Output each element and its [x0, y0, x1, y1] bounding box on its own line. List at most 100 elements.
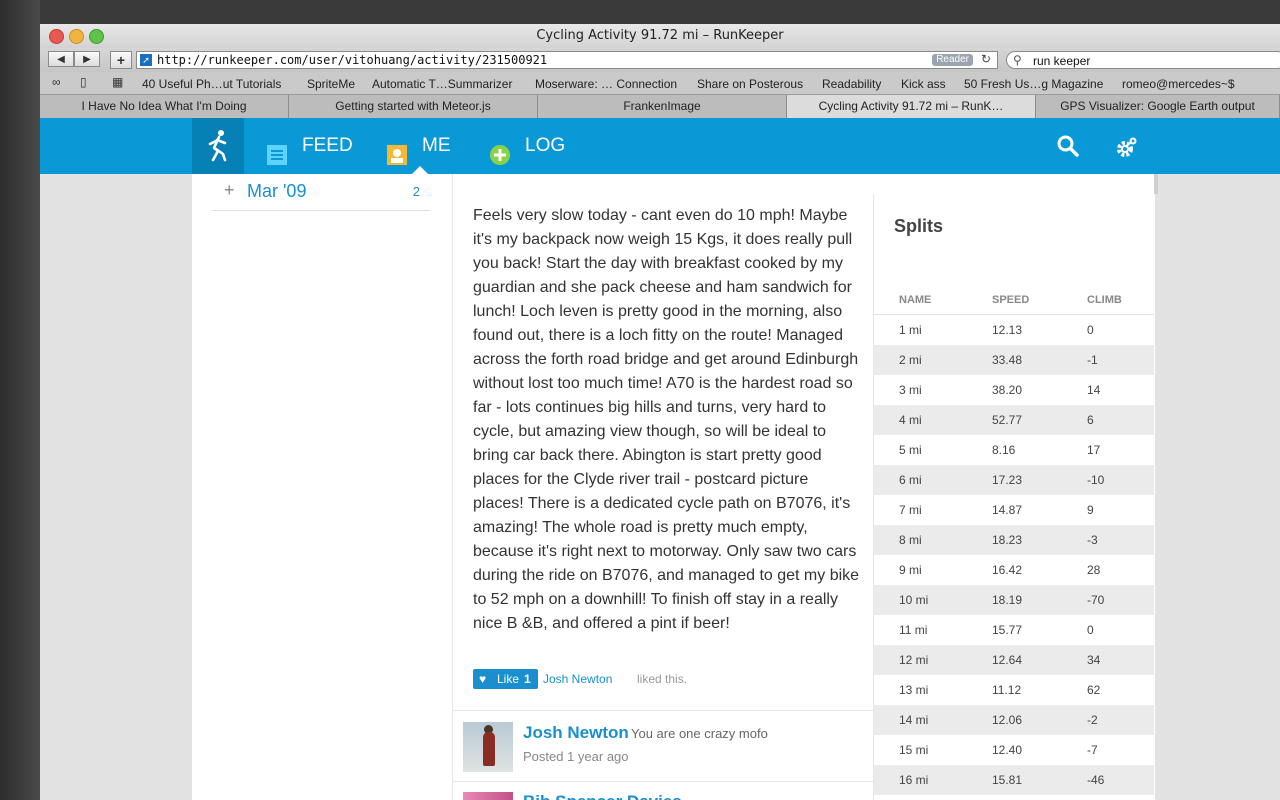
top-sites-grid-icon[interactable]: ▦	[112, 75, 123, 89]
add-bookmark-button[interactable]: +	[110, 51, 132, 69]
month-group-row[interactable]: + Mar '09 2	[212, 174, 430, 211]
bookmark-item[interactable]: romeo@mercedes~$	[1122, 77, 1235, 91]
nav-feed-label: FEED	[302, 135, 353, 156]
site-favicon-icon: ➚	[140, 54, 152, 66]
bookmark-item[interactable]: Share on Posterous	[697, 77, 803, 91]
divider	[453, 781, 873, 782]
bookmark-item[interactable]: Readability	[822, 77, 881, 91]
plus-circle-icon	[489, 133, 511, 165]
bookmark-item[interactable]: 50 Fresh Us…g Magazine	[964, 77, 1103, 91]
split-speed: 18.19	[992, 593, 1023, 607]
split-climb: -70	[1087, 593, 1105, 607]
browser-tab[interactable]: Getting started with Meteor.js	[289, 95, 538, 118]
nav-me-label: ME	[422, 135, 451, 156]
split-climb: -46	[1087, 773, 1105, 787]
bookmark-item[interactable]: Moserware: … Connection	[535, 77, 677, 91]
comment-author-link[interactable]: Josh Newton	[523, 723, 629, 743]
splits-row: 4 mi 52.77 6	[874, 405, 1154, 435]
like-label: Like	[497, 672, 520, 686]
avatar[interactable]	[463, 792, 513, 800]
like-button[interactable]: ♥ Like 1	[473, 669, 538, 689]
reader-button[interactable]: Reader	[932, 54, 973, 66]
zoom-window-button[interactable]	[89, 29, 104, 44]
split-speed: 38.20	[992, 383, 1023, 397]
split-speed: 14.87	[992, 503, 1023, 517]
split-name: 17 mi	[899, 795, 928, 800]
search-field-text: run keeper	[1033, 54, 1091, 68]
split-climb: 17	[1087, 443, 1101, 457]
split-climb: -7	[1087, 743, 1098, 757]
split-climb: -2	[1087, 713, 1098, 727]
split-speed: 33.48	[992, 353, 1023, 367]
splits-title: Splits	[894, 216, 944, 236]
split-speed: 12.06	[992, 713, 1023, 727]
browser-tab-active[interactable]: Cycling Activity 91.72 mi – RunK…	[787, 95, 1036, 118]
split-climb: -1	[1087, 353, 1098, 367]
site-navbar: FEED ME LOG	[40, 118, 1280, 174]
split-climb: 62	[1087, 683, 1101, 697]
split-name: 7 mi	[899, 503, 922, 517]
split-climb: 0	[1087, 323, 1094, 337]
split-name: 3 mi	[899, 383, 922, 397]
split-name: 10 mi	[899, 593, 929, 607]
splits-row: 12 mi 12.64 34	[874, 645, 1154, 675]
activity-notes: Feels very slow today - cant even do 10 …	[473, 207, 860, 632]
bookmark-item[interactable]: SpriteMe	[307, 77, 355, 91]
nav-feed[interactable]: FEED	[266, 118, 353, 174]
split-speed: 18.23	[992, 533, 1023, 547]
activity-main-panel: Feels very slow today - cant even do 10 …	[452, 174, 1155, 800]
reading-list-icon[interactable]: ∞	[52, 75, 61, 89]
back-button[interactable]: ◀	[48, 51, 74, 67]
expand-plus-icon[interactable]: +	[224, 180, 235, 201]
avatar[interactable]	[463, 722, 513, 772]
splits-panel: Splits NAME SPEED CLIMB 1 mi 12.13 0 2 mi 33…	[873, 194, 1154, 800]
liker-link[interactable]: Josh Newton	[543, 672, 612, 686]
month-label[interactable]: Mar '09	[247, 181, 306, 202]
splits-row: 16 mi 15.81 -46	[874, 765, 1154, 795]
comment-text: You are one crazy mofo	[631, 726, 768, 741]
comment-author-link[interactable]: Bib Spencer Davies	[523, 792, 682, 800]
search-field[interactable]: ⚲ run keeper	[1006, 51, 1280, 69]
splits-row: 11 mi 15.77 0	[874, 615, 1154, 645]
split-name: 16 mi	[899, 773, 929, 787]
scrollbar-hint	[1154, 174, 1158, 194]
browser-tab[interactable]: GPS Visualizer: Google Earth output	[1036, 95, 1280, 118]
split-speed: 11.12	[992, 683, 1022, 697]
bookmark-item[interactable]: 40 Useful Ph…ut Tutorials	[142, 77, 281, 91]
runkeeper-logo[interactable]	[192, 118, 244, 174]
minimize-window-button[interactable]	[69, 29, 84, 44]
split-speed: 12.40	[992, 743, 1023, 757]
forward-button[interactable]: ▶	[74, 51, 100, 67]
splits-row: 3 mi 38.20 14	[874, 375, 1154, 405]
split-name: 11 mi	[899, 623, 928, 637]
split-climb: 14	[1087, 383, 1101, 397]
gear-icon[interactable]	[1114, 134, 1140, 165]
browser-tab[interactable]: FrankenImage	[538, 95, 787, 118]
split-name: 1 mi	[899, 323, 922, 337]
split-speed: 17.23	[992, 473, 1023, 487]
splits-header-speed: SPEED	[992, 294, 1030, 306]
title-bar: Cycling Activity 91.72 mi – RunKeeper	[40, 24, 1280, 48]
splits-header-name: NAME	[899, 294, 932, 306]
bookmark-item[interactable]: Automatic T…Summarizer	[372, 77, 512, 91]
search-icon[interactable]	[1056, 134, 1080, 163]
reload-icon[interactable]: ↻	[981, 52, 991, 66]
comment-time: Posted 1 year ago	[523, 749, 629, 764]
nav-log[interactable]: LOG	[489, 118, 565, 174]
browser-tab[interactable]: I Have No Idea What I'm Doing	[40, 95, 289, 118]
like-count: 1	[524, 672, 531, 686]
nav-log-label: LOG	[525, 135, 566, 156]
split-climb: 34	[1087, 653, 1101, 667]
splits-row: 2 mi 33.48 -1	[874, 345, 1154, 375]
address-bar[interactable]: ➚ http://runkeeper.com/user/vitohuang/ac…	[136, 51, 998, 69]
split-name: 5 mi	[899, 443, 922, 457]
url-text: http://runkeeper.com/user/vitohuang/acti…	[157, 53, 548, 67]
activity-history-sidebar: + Mar '09 2	[192, 174, 452, 800]
bookmarks-book-icon[interactable]: ▯	[80, 75, 87, 89]
close-window-button[interactable]	[49, 29, 64, 44]
liked-suffix: liked this.	[637, 672, 688, 686]
splits-row: 7 mi 14.87 9	[874, 495, 1154, 525]
bookmark-item[interactable]: Kick ass	[901, 77, 946, 91]
splits-row: 9 mi 16.42 28	[874, 555, 1154, 585]
split-speed: 12.64	[992, 653, 1023, 667]
